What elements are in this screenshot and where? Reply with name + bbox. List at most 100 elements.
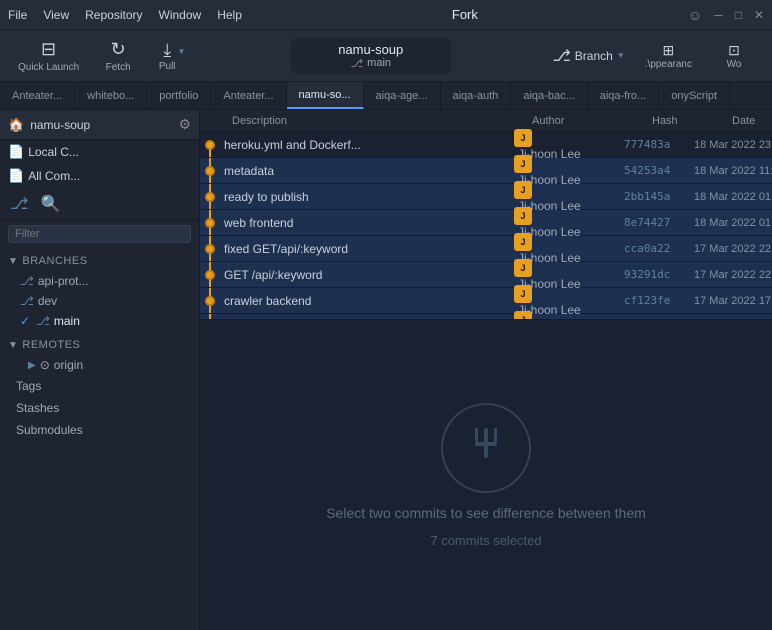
sidebar: 🏠 namu-soup ⚙ 📄 Local C... 📄 All Com... … [0,110,200,630]
commit-author-7: J Ji-hoon Lee [514,311,624,321]
commit-row-6[interactable]: crawler backend J Ji-hoon Lee cf123fe 17… [200,288,772,314]
sidebar-repo-item[interactable]: 🏠 namu-soup ⚙ [0,110,199,140]
graph-2 [200,184,224,209]
submodules-item[interactable]: Submodules [0,419,199,441]
gear-icon[interactable]: ⚙ [178,116,191,133]
commit-date-5: 17 Mar 2022 22:25 [694,269,772,281]
commit-row-2[interactable]: ready to publish J Ji-hoon Lee 2bb145a 1… [200,184,772,210]
branch-main-name: main [54,314,80,328]
filter-input[interactable] [8,225,191,243]
wo-label: Wo [727,59,742,70]
commit-list: Description Author Hash Date heroku.yml … [200,110,772,320]
branch-dev-name: dev [38,294,57,308]
appearance-button[interactable]: ⊞ .\ppearanc [637,38,700,74]
commit-desc-3: web frontend [224,216,514,230]
col-header-hash: Hash [644,115,724,127]
commit-hash-5: 93291dc [624,268,694,281]
branch-tool-icon: ⎇ [552,46,570,66]
remotes-section: ▼ Remotes [0,331,199,355]
pull-label: Pull [159,61,176,72]
tabs-row: Anteater... whitebo... portfolio Anteate… [0,82,772,110]
git-icon[interactable]: ⎇ [8,192,30,216]
fetch-button[interactable]: ↻ Fetch [93,35,143,77]
author-badge-7: J [514,311,532,321]
tab-anteater2[interactable]: Anteater... [211,82,286,109]
menu-repository[interactable]: Repository [85,8,142,22]
menu-window[interactable]: Window [159,8,202,22]
app-title: Fork [452,7,478,22]
tab-aiqa-bac[interactable]: aiqa-bac... [511,82,587,109]
quick-launch-button[interactable]: ⊟ Quick Launch [8,35,89,77]
branch-sym-api: ⎇ [20,274,34,288]
tab-whitebo[interactable]: whitebo... [75,82,147,109]
fetch-icon: ↻ [111,39,126,60]
graph-5 [200,262,224,287]
detail-pane: Select two commits to see difference bet… [200,320,772,630]
commit-hash-3: 8e74427 [624,216,694,229]
commit-row-1[interactable]: metadata J Ji-hoon Lee 54253a4 18 Mar 20… [200,158,772,184]
sidebar-repo-name: namu-soup [30,118,90,132]
commit-text-6: crawler backend [224,294,311,308]
close-button[interactable]: ✕ [754,8,764,22]
author-badge-2: J [514,181,532,199]
commit-text-5: GET /api/:keyword [224,268,322,282]
commit-desc-5: GET /api/:keyword [224,268,514,282]
commit-text-3: web frontend [224,216,293,230]
menu-help[interactable]: Help [217,8,242,22]
menu-file[interactable]: File [8,8,27,22]
graph-dot-0 [205,140,215,150]
col-header-date: Date [724,115,772,127]
commit-desc-4: fixed GET/api/:keyword [224,242,514,256]
tab-onyscript[interactable]: onyScript [659,82,730,109]
pull-icon: ⤓ [163,40,171,61]
commit-row-5[interactable]: GET /api/:keyword J Ji-hoon Lee 93291dc … [200,262,772,288]
smiley-icon: ☺ [688,7,702,23]
sidebar-icons-row: ⎇ 🔍 [0,188,199,221]
appearance-label: .\ppearanc [645,59,692,70]
tab-aiqa-fro[interactable]: aiqa-fro... [588,82,659,109]
local-commits-icon: 📄 [8,144,24,160]
commit-row-3[interactable]: web frontend J Ji-hoon Lee 8e74427 18 Ma… [200,210,772,236]
sidebar-local-commits[interactable]: 📄 Local C... [0,140,199,164]
tab-namu-soup[interactable]: namu-so... [287,82,364,109]
toolbar: ⊟ Quick Launch ↻ Fetch ⤓ Pull ▼ namu-sou… [0,30,772,82]
local-commits-label: Local C... [28,145,79,159]
origin-hub-icon: ⊙ [40,358,50,372]
commit-row-4[interactable]: fixed GET/api/:keyword J Ji-hoon Lee cca… [200,236,772,262]
commit-date-1: 18 Mar 2022 11:33 [694,165,772,177]
remotes-header[interactable]: ▼ Remotes [8,337,191,353]
commit-date-0: 18 Mar 2022 23:26 [694,139,772,151]
menu-bar[interactable]: File View Repository Window Help [8,8,242,22]
tags-item[interactable]: Tags [0,375,199,397]
branch-sym-dev: ⎇ [20,294,34,308]
graph-dot-2 [205,192,215,202]
search-icon[interactable]: 🔍 [38,192,62,216]
branch-api-prot[interactable]: ⎇ api-prot... [0,271,199,291]
commit-desc-0: heroku.yml and Dockerf... [224,138,514,152]
commit-hash-1: 54253a4 [624,164,694,177]
detail-sub-message: 7 commits selected [430,533,541,548]
graph-dot-3 [205,218,215,228]
graph-dot-1 [205,166,215,176]
branch-main[interactable]: ✓ ⎇ main [0,311,199,331]
branch-dev[interactable]: ⎇ dev [0,291,199,311]
branch-button[interactable]: ⎇ Branch ▼ [544,42,632,70]
wo-button[interactable]: ⊡ Wo [704,38,764,74]
tab-anteater1[interactable]: Anteater... [0,82,75,109]
filter-container [0,221,199,247]
minimize-button[interactable]: ─ [714,8,723,22]
tab-aiqa-age[interactable]: aiqa-age... [364,82,441,109]
branches-header[interactable]: ▼ Branches [8,253,191,269]
sidebar-all-commits[interactable]: 📄 All Com... [0,164,199,188]
pull-button[interactable]: ⤓ Pull ▼ [147,36,197,76]
origin-arrow-icon: ▶ [28,360,36,371]
tab-portfolio[interactable]: portfolio [147,82,211,109]
remote-origin[interactable]: ▶ ⊙ origin [0,355,199,375]
repo-display: namu-soup ⎇ main [291,38,451,74]
commit-row-0[interactable]: heroku.yml and Dockerf... J Ji-hoon Lee … [200,132,772,158]
tab-aiqa-auth[interactable]: aiqa-auth [441,82,512,109]
stashes-item[interactable]: Stashes [0,397,199,419]
all-commits-label: All Com... [28,169,80,183]
maximize-button[interactable]: □ [735,8,742,22]
menu-view[interactable]: View [43,8,69,22]
